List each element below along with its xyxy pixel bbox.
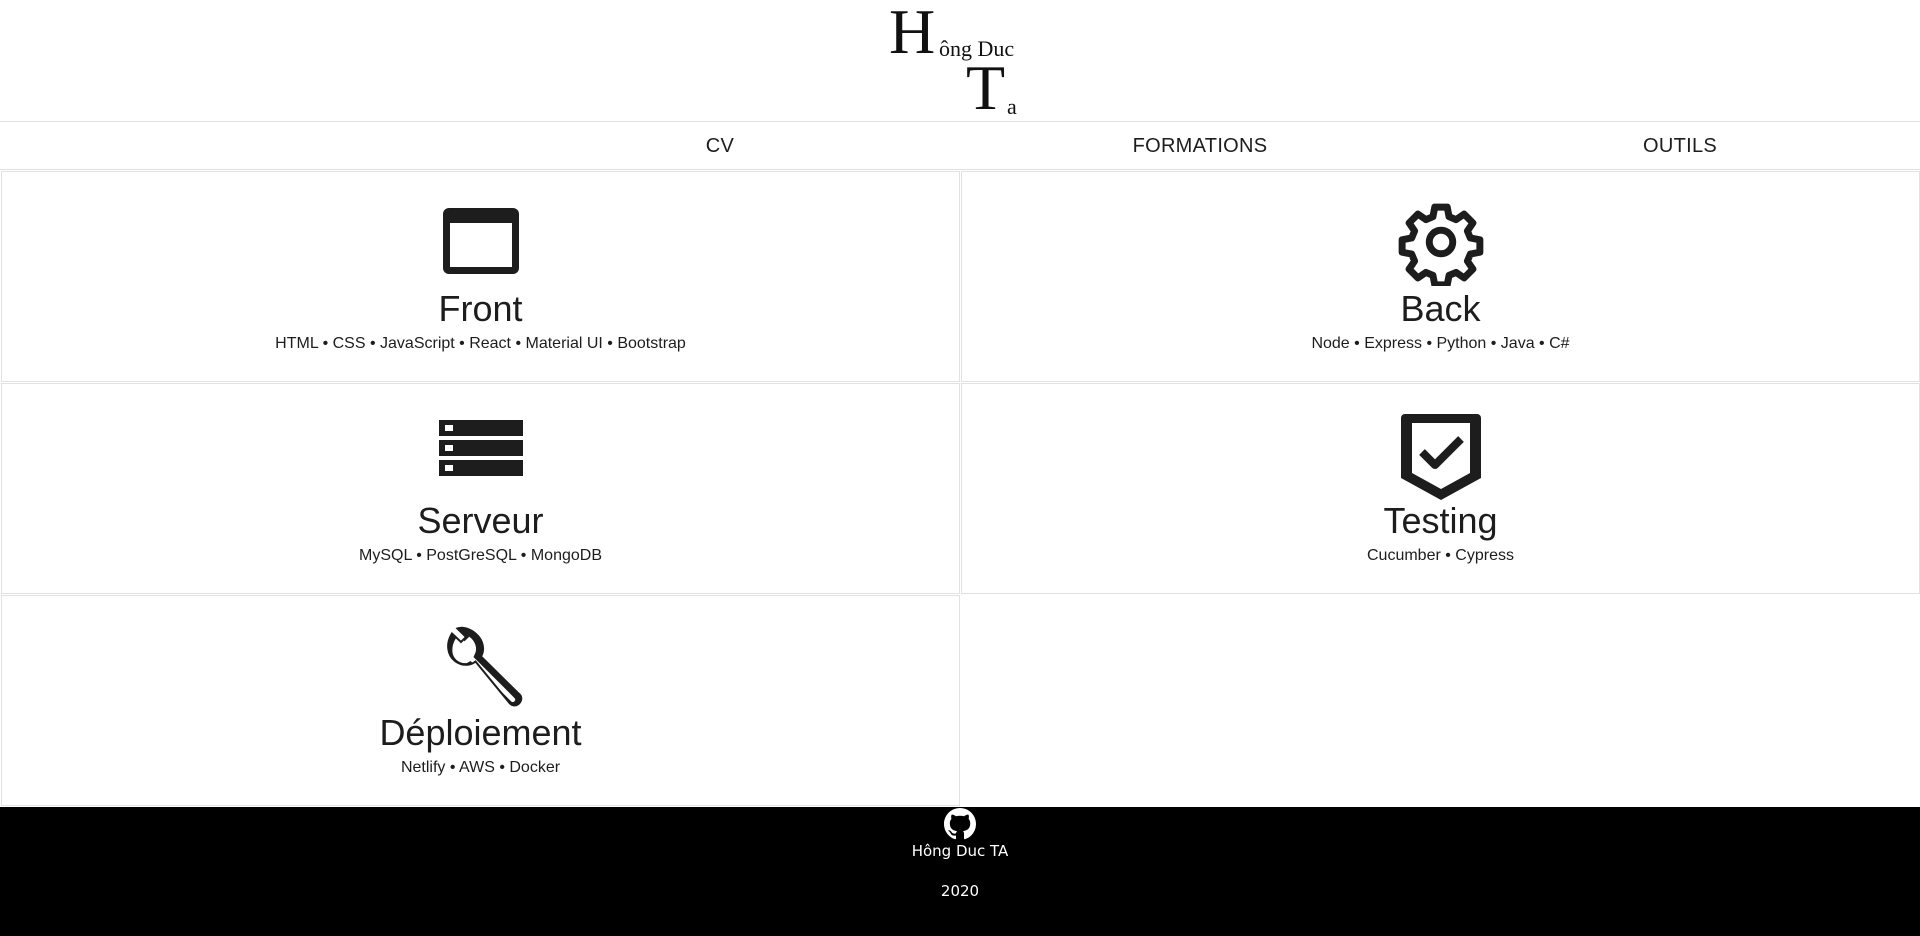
card-title: Déploiement	[379, 712, 582, 753]
card-subtitle: HTML • CSS • JavaScript • React • Materi…	[275, 335, 686, 352]
card-serveur[interactable]: Serveur MySQL • PostGreSQL • MongoDB	[1, 383, 960, 594]
logo-initial-last: T	[966, 52, 1006, 123]
skills-grid: Front HTML • CSS • JavaScript • React • …	[0, 171, 1920, 807]
main-nav: CV FORMATIONS OUTILS	[0, 123, 1920, 170]
card-subtitle: Netlify • AWS • Docker	[400, 759, 561, 776]
wrench-icon	[433, 618, 529, 714]
card-front[interactable]: Front HTML • CSS • JavaScript • React • …	[1, 171, 960, 382]
nav-item-outils[interactable]: OUTILS	[1643, 123, 1717, 170]
card-back[interactable]: Back Node • Express • Python • Java • C#	[961, 171, 1920, 382]
github-icon[interactable]	[944, 808, 976, 840]
site-logo[interactable]: H ông Duc T a	[889, 0, 1029, 122]
card-subtitle: Cucumber • Cypress	[1367, 547, 1514, 564]
card-subtitle: MySQL • PostGreSQL • MongoDB	[359, 547, 602, 564]
card-title: Back	[1400, 288, 1481, 329]
gear-icon	[1393, 194, 1489, 290]
card-subtitle: Node • Express • Python • Java • C#	[1311, 335, 1570, 352]
card-title: Front	[438, 288, 523, 329]
logo-initial-first: H	[889, 0, 936, 67]
footer-author-name: Hông Duc TA	[911, 842, 1009, 860]
logo-last-name-rest: a	[1007, 94, 1017, 119]
browser-window-icon	[433, 194, 529, 290]
footer-year: 2020	[940, 882, 980, 900]
shield-check-icon	[1393, 406, 1489, 502]
card-title: Testing	[1383, 500, 1498, 541]
card-testing[interactable]: Testing Cucumber • Cypress	[961, 383, 1920, 594]
site-footer: Hông Duc TA 2020	[0, 807, 1920, 936]
nav-item-cv[interactable]: CV	[706, 123, 734, 170]
nav-item-formations[interactable]: FORMATIONS	[1133, 123, 1268, 170]
card-deploiement[interactable]: Déploiement Netlify • AWS • Docker	[1, 595, 960, 806]
card-title: Serveur	[417, 500, 544, 541]
site-logo-bar: H ông Duc T a	[0, 0, 1920, 122]
server-stack-icon	[433, 406, 529, 502]
